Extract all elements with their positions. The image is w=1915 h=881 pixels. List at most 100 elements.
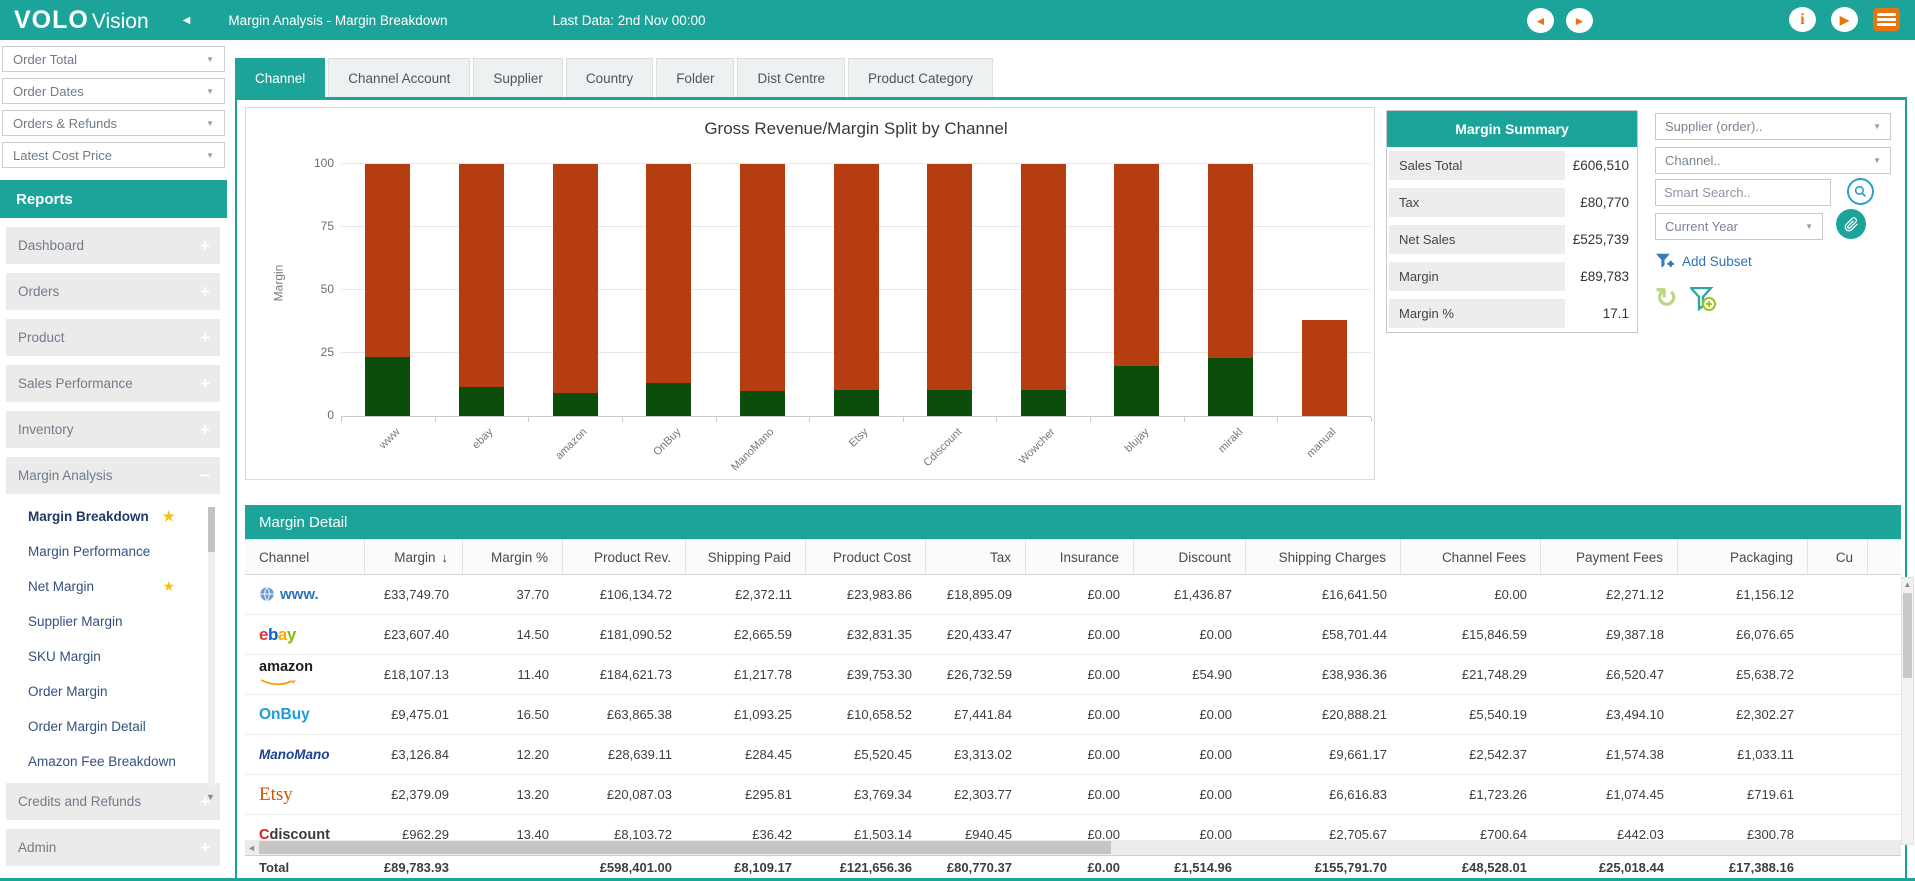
supplier-order-dropdown-value: Supplier (order).. <box>1665 119 1763 134</box>
chart-bar-blujay[interactable] <box>1114 164 1160 416</box>
column-header-packaging[interactable]: Packaging <box>1678 540 1808 574</box>
cell: £1,074.45 <box>1606 787 1664 802</box>
tab-channel[interactable]: Channel <box>235 58 326 97</box>
horizontal-scrollbar-thumb[interactable] <box>259 841 1111 854</box>
sidebar-section-admin[interactable]: Admin + <box>6 829 220 866</box>
collapse-sidebar-icon[interactable]: ◀ <box>183 15 191 26</box>
sidebar-section-credits-and-refunds[interactable]: Credits and Refunds + <box>6 783 220 820</box>
favorite-star-icon[interactable]: ★ <box>162 508 175 525</box>
sidebar-section-inventory[interactable]: Inventory + <box>6 411 220 448</box>
margin-summary-panel: Margin Summary Sales Total £606,510 Tax £80… <box>1386 110 1638 333</box>
column-header-discount[interactable]: Discount <box>1134 540 1246 574</box>
chart-bar-amazon[interactable] <box>552 164 598 416</box>
sidebar-section-margin-analysis[interactable]: Margin Analysis − <box>6 457 220 494</box>
sidebar-section-sales-performance[interactable]: Sales Performance + <box>6 365 220 402</box>
chart-bar-www[interactable] <box>365 164 411 416</box>
table-row-www[interactable]: www. £33,749.70 37.70 £106,134.72 £2,372.11 £… <box>245 575 1901 615</box>
play-button[interactable]: ▶ <box>1831 7 1858 32</box>
column-header-insurance[interactable]: Insurance <box>1026 540 1134 574</box>
column-header-cu[interactable]: Cu <box>1808 540 1868 574</box>
sidebar-filter-latest-cost-price[interactable]: Latest Cost Price ▼ <box>2 142 225 168</box>
sidebar-item-sku-margin[interactable]: SKU Margin <box>28 643 227 669</box>
scroll-left-icon[interactable]: ◄ <box>247 843 256 853</box>
add-filter-funnel-icon[interactable] <box>1689 286 1716 311</box>
sidebar-item-supplier-margin[interactable]: Supplier Margin <box>28 608 227 634</box>
sidebar-filter-orders-refunds[interactable]: Orders & Refunds ▼ <box>2 110 225 136</box>
total-cell: £48,528.01 <box>1461 859 1527 875</box>
chart-bar-wowcher[interactable] <box>1020 164 1066 416</box>
tab-product-category[interactable]: Product Category <box>847 58 994 97</box>
table-row-onbuy[interactable]: OnBuy £9,475.01 16.50 £63,865.38 £1,093.25 £1… <box>245 695 1901 735</box>
sidebar-item-order-margin[interactable]: Order Margin <box>28 678 227 704</box>
forward-arrow-button[interactable]: ► <box>1566 8 1593 33</box>
cell: £0.00 <box>1087 747 1120 762</box>
chart-bar-manomano[interactable] <box>739 164 785 416</box>
sidebar-filter-order-total[interactable]: Order Total ▼ <box>2 46 225 72</box>
table-row-amazon[interactable]: amazon £18,107.13 11.40 £184,621.73 £1,217.7… <box>245 655 1901 695</box>
column-header-margin-[interactable]: Margin % <box>463 540 563 574</box>
column-header-channel-fees[interactable]: Channel Fees <box>1401 540 1541 574</box>
column-header-channel[interactable]: Channel <box>245 540 365 574</box>
tab-channel-account[interactable]: Channel Account <box>328 58 471 97</box>
x-axis-tick <box>434 417 436 422</box>
vertical-scrollbar[interactable]: ▲ <box>1901 577 1914 845</box>
search-icon[interactable] <box>1847 178 1874 205</box>
summary-row-net-sales: Net Sales £525,739 <box>1387 221 1637 258</box>
plus-icon: + <box>200 235 210 255</box>
column-header-tax[interactable]: Tax <box>926 540 1026 574</box>
sidebar-section-dashboard[interactable]: Dashboard + <box>6 227 220 264</box>
column-header-product-cost[interactable]: Product Cost <box>806 540 926 574</box>
scroll-up-icon[interactable]: ▲ <box>1902 578 1913 591</box>
summary-value: £80,770 <box>1580 195 1629 210</box>
sidebar-filter-order-dates[interactable]: Order Dates ▼ <box>2 78 225 104</box>
vertical-scrollbar-thumb[interactable] <box>1903 593 1912 678</box>
sidebar-section-orders[interactable]: Orders + <box>6 273 220 310</box>
table-row-cdiscount[interactable]: Cdiscount £962.29 13.40 £8,103.72 £36.42 £1,5… <box>245 815 1901 841</box>
tab-dist-centre[interactable]: Dist Centre <box>737 58 845 97</box>
tab-supplier[interactable]: Supplier <box>473 58 563 97</box>
sidebar-item-margin-performance[interactable]: Margin Performance <box>28 538 227 564</box>
sidebar-section-product[interactable]: Product + <box>6 319 220 356</box>
cell: £2,705.67 <box>1329 827 1387 841</box>
column-header-margin[interactable]: Margin ↓ <box>365 540 463 574</box>
chart-bar-manual[interactable] <box>1301 320 1347 416</box>
cell: £0.00 <box>1199 787 1232 802</box>
sidebar-scroll-down-icon[interactable]: ▼ <box>206 792 215 802</box>
column-header-product-rev-[interactable]: Product Rev. <box>563 540 686 574</box>
menu-list-button[interactable] <box>1873 8 1900 31</box>
chart-bar-mirakl[interactable] <box>1208 164 1254 416</box>
add-subset-button[interactable]: Add Subset <box>1655 253 1752 270</box>
cell: £9,475.01 <box>391 707 449 722</box>
refresh-icon[interactable]: ↻ <box>1655 285 1678 312</box>
chart-bar-ebay[interactable] <box>458 164 504 416</box>
table-row-etsy[interactable]: Etsy £2,379.09 13.20 £20,087.03 £295.81 £3,76… <box>245 775 1901 815</box>
period-dropdown[interactable]: Current Year ▼ <box>1655 213 1823 240</box>
revenue-segment <box>1208 164 1254 359</box>
sidebar-item-net-margin[interactable]: Net Margin ★ <box>28 573 227 599</box>
chart-bar-onbuy[interactable] <box>646 164 692 416</box>
column-header-shipping-paid[interactable]: Shipping Paid <box>686 540 806 574</box>
smart-search-input[interactable] <box>1655 179 1831 206</box>
sidebar-scrollbar[interactable] <box>208 507 215 787</box>
report-tabs: Channel Channel Account Supplier Country Fol… <box>235 58 994 97</box>
tab-country[interactable]: Country <box>565 58 654 97</box>
tab-folder[interactable]: Folder <box>656 58 735 97</box>
sidebar-item-amazon-fee-breakdown[interactable]: Amazon Fee Breakdown <box>28 748 227 774</box>
chart-bar-etsy[interactable] <box>833 164 879 416</box>
favorite-star-icon[interactable]: ★ <box>162 578 175 595</box>
sidebar-item-order-margin-detail[interactable]: Order Margin Detail <box>28 713 227 739</box>
back-arrow-button[interactable]: ◄ <box>1527 8 1554 33</box>
column-header-payment-fees[interactable]: Payment Fees <box>1541 540 1678 574</box>
channel-dropdown[interactable]: Channel.. ▼ <box>1655 147 1891 174</box>
table-row-manomano[interactable]: ManoMano £3,126.84 12.20 £28,639.11 £284.45 £… <box>245 735 1901 775</box>
sidebar-item-label: Margin Performance <box>28 543 151 559</box>
sidebar-item-margin-breakdown[interactable]: Margin Breakdown ★ <box>28 503 227 529</box>
table-row-ebay[interactable]: ebay £23,607.40 14.50 £181,090.52 £2,665.59 £… <box>245 615 1901 655</box>
chart-bar-cdiscount[interactable] <box>927 164 973 416</box>
supplier-order-dropdown[interactable]: Supplier (order).. ▼ <box>1655 113 1891 140</box>
column-header-shipping-charges[interactable]: Shipping Charges <box>1246 540 1401 574</box>
paperclip-icon[interactable] <box>1836 209 1866 239</box>
cell: £5,638.72 <box>1736 667 1794 682</box>
horizontal-scrollbar[interactable]: ◄ <box>245 840 1901 855</box>
info-button[interactable]: i <box>1789 7 1816 32</box>
